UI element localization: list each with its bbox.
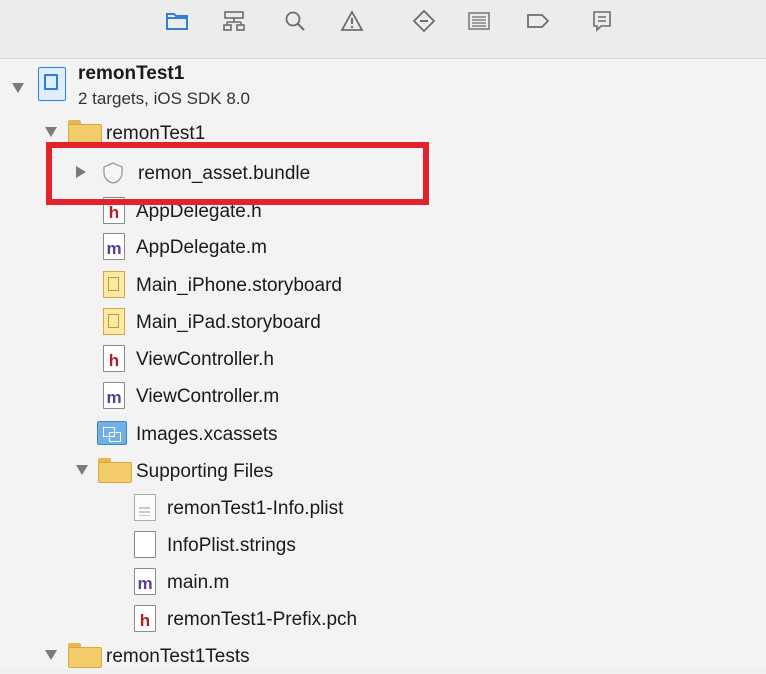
storyboard-file-icon [103, 271, 125, 298]
strings-file-icon [134, 531, 156, 558]
file-glyph: m [106, 239, 122, 258]
xcode-project-icon [38, 67, 66, 101]
tree-item-label: Supporting Files [136, 461, 274, 482]
tree-item-label: remonTest1Tests [106, 646, 250, 667]
asset-catalog-icon [97, 421, 127, 445]
implementation-file-icon: m [103, 382, 125, 409]
file-glyph: h [139, 611, 151, 630]
file-glyph: h [108, 351, 120, 370]
tree-row-file[interactable]: Main_iPhone.storyboard [0, 267, 766, 303]
file-glyph: m [106, 388, 122, 407]
tree-row-group-tests[interactable]: remonTest1Tests [0, 638, 766, 674]
project-name: remonTest1 [78, 63, 185, 84]
tree-item-label: remonTest1-Prefix.pch [167, 609, 358, 630]
project-navigator-icon[interactable] [164, 8, 190, 34]
tree-row-file[interactable]: m AppDelegate.m [0, 229, 766, 265]
tree-item-label: remonTest1-Info.plist [167, 498, 344, 519]
tree-row-file[interactable]: Main_iPad.storyboard [0, 304, 766, 340]
disclosure-open-icon[interactable] [45, 650, 57, 660]
tree-item-label: main.m [167, 572, 230, 593]
disclosure-open-icon[interactable] [45, 127, 57, 137]
tree-row-file[interactable]: h remonTest1-Prefix.pch [0, 601, 766, 637]
project-row[interactable]: remonTest1 2 targets, iOS SDK 8.0 [0, 61, 766, 111]
tree-item-label: Main_iPhone.storyboard [136, 275, 342, 296]
tree-row-file[interactable]: m ViewController.m [0, 378, 766, 414]
tree-row-file[interactable]: h ViewController.h [0, 341, 766, 377]
folder-icon [98, 458, 132, 483]
storyboard-file-icon [103, 308, 125, 335]
plist-file-icon [134, 494, 156, 521]
highlight-annotation-box [46, 142, 429, 205]
tree-row-file[interactable]: m main.m [0, 564, 766, 600]
disclosure-open-icon[interactable] [12, 83, 24, 93]
tree-item-label: ViewController.m [136, 386, 280, 407]
report-navigator-icon[interactable] [589, 8, 615, 34]
folder-icon [68, 643, 102, 668]
tree-row-group-supporting[interactable]: Supporting Files [0, 453, 766, 489]
header-file-icon: h [103, 345, 125, 372]
header-file-icon: h [134, 605, 156, 632]
issue-navigator-icon[interactable] [339, 8, 365, 34]
tree-item-label: AppDelegate.m [136, 237, 267, 258]
tree-item-label: Main_iPad.storyboard [136, 312, 321, 333]
test-navigator-icon[interactable] [411, 8, 437, 34]
project-subtitle: 2 targets, iOS SDK 8.0 [78, 89, 250, 108]
find-navigator-icon[interactable] [282, 8, 308, 34]
symbol-navigator-icon[interactable] [221, 8, 247, 34]
tree-item-label: ViewController.h [136, 349, 275, 370]
file-glyph: h [108, 203, 120, 222]
tree-row-file[interactable]: InfoPlist.strings [0, 527, 766, 563]
debug-navigator-icon[interactable] [466, 8, 492, 34]
implementation-file-icon: m [134, 568, 156, 595]
tree-row-file[interactable]: Images.xcassets [0, 416, 766, 452]
tree-item-label: InfoPlist.strings [167, 535, 296, 556]
implementation-file-icon: m [103, 233, 125, 260]
tree-row-file[interactable]: remonTest1-Info.plist [0, 490, 766, 526]
file-glyph: m [137, 574, 153, 593]
tree-item-label: Images.xcassets [136, 424, 278, 445]
breakpoint-navigator-icon[interactable] [525, 8, 551, 34]
navigator-toolbar [0, 0, 766, 58]
disclosure-open-icon[interactable] [76, 465, 88, 475]
